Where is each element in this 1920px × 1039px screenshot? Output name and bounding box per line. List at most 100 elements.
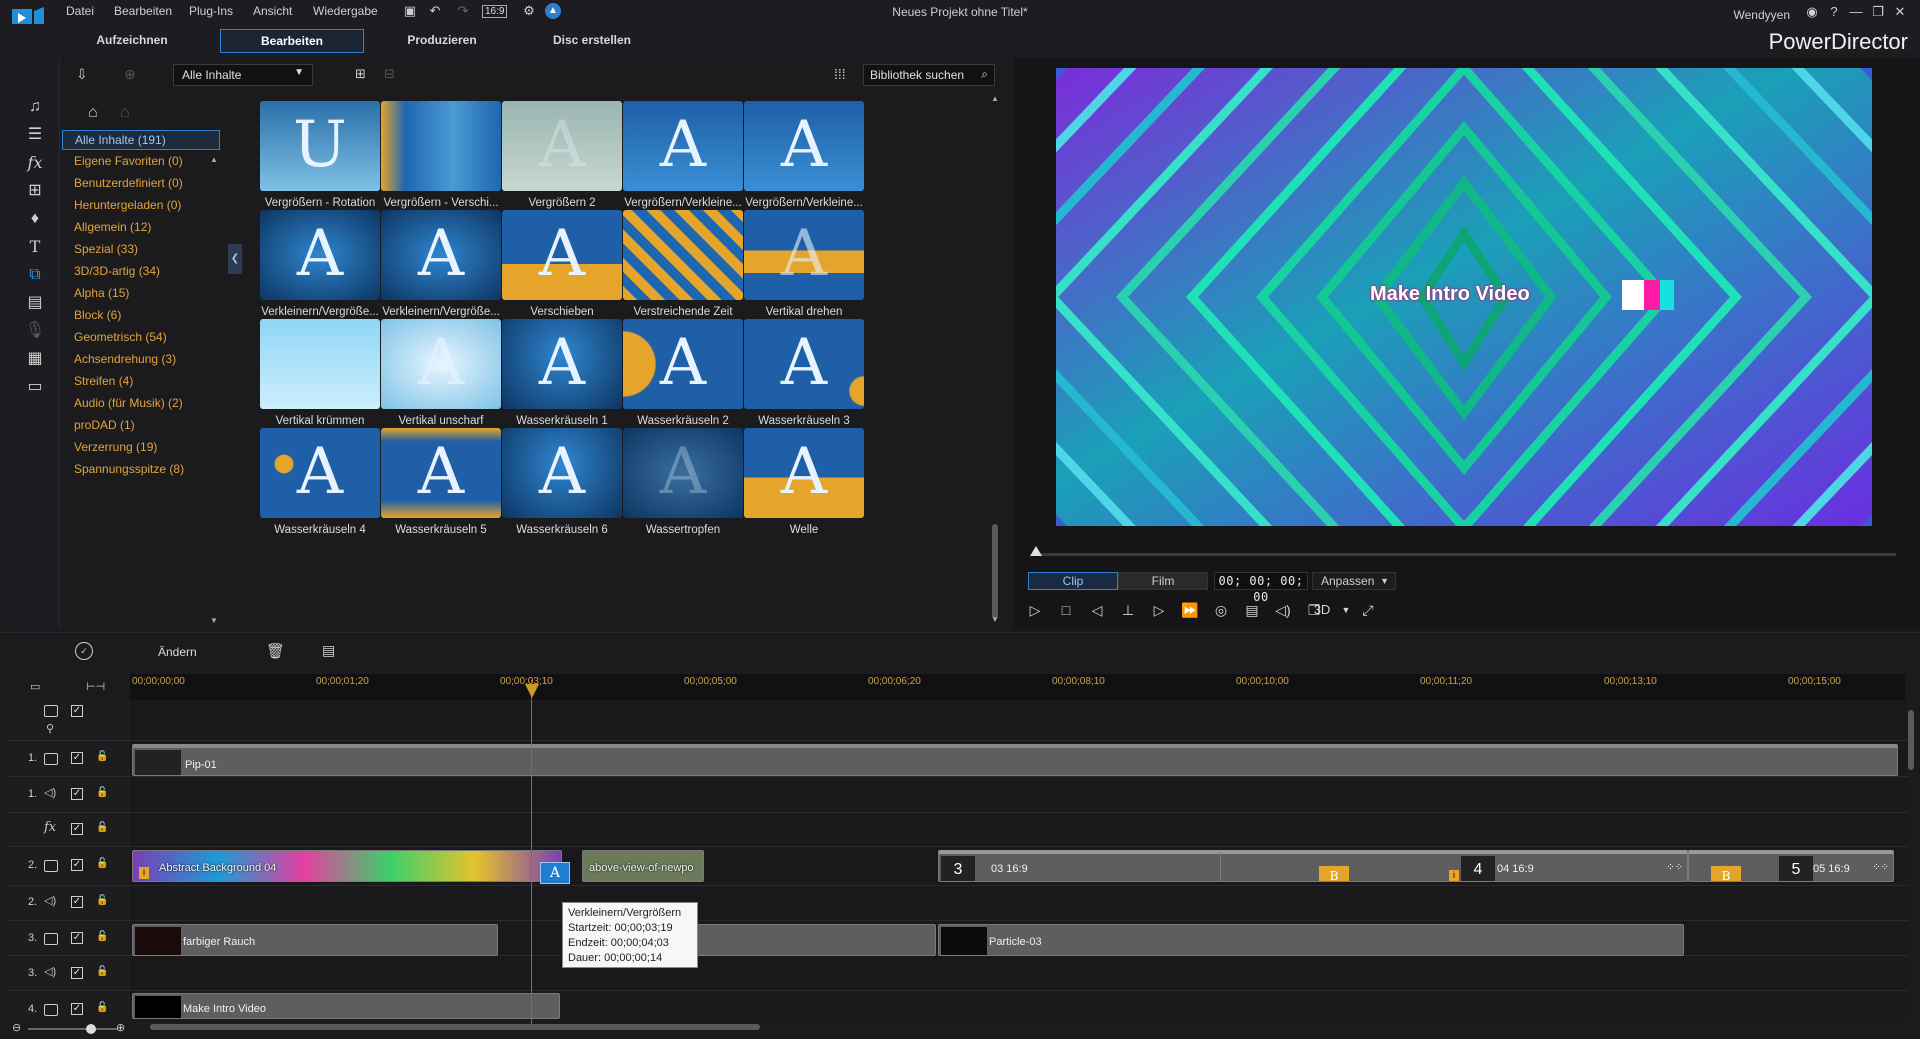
seek-bar[interactable] [1036,553,1896,556]
save-icon[interactable]: ▣ [402,3,418,19]
snapshot-icon[interactable]: ◎ [1211,600,1231,620]
lock-icon[interactable]: 🔓 [96,822,108,833]
timeline-clip-intro[interactable]: Make Intro Video [132,993,560,1019]
transition-marker[interactable]: B [1711,866,1741,881]
category-item[interactable]: Benutzerdefiniert (0) [62,172,220,194]
category-item[interactable]: Spannungsspitze (8) [62,458,220,480]
grid-view-icon[interactable]: ⁞⁞⁞ [834,66,846,82]
lock-icon[interactable]: 🔓 [96,858,108,869]
transition-thumbnail[interactable]: A [381,319,501,409]
zoom-knob[interactable] [86,1024,96,1034]
3d-mode-button[interactable]: 3D [1310,600,1334,620]
track-enable-checkbox[interactable]: ✓ [71,788,83,800]
next-frame-icon[interactable]: ▷ [1149,600,1169,620]
track-view-icon[interactable]: ▭ [30,680,40,693]
minimize-icon[interactable]: — [1848,4,1864,20]
transition-thumbnail[interactable]: A [744,210,864,300]
library-search-input[interactable]: Bibliothek suchen ⌕ [863,64,995,86]
fit-select[interactable]: Anpassen ▼ [1312,572,1396,590]
info-icon[interactable]: i [1449,870,1459,881]
close-icon[interactable]: ✕ [1892,4,1908,20]
delete-icon[interactable]: 🗑 [266,642,285,660]
track-manager-icon[interactable]: ▤ [322,642,335,659]
tab-produzieren[interactable]: Produzieren [370,29,514,53]
timeline-clip-05[interactable]: B 5 05 16:9 ⁘⁘ [1688,850,1894,882]
timeline-clip-abstract-background[interactable]: Abstract Background 04 i [132,850,562,882]
tag-remove-icon[interactable]: ⌂ [120,104,130,122]
track-enable-checkbox[interactable]: ✓ [71,967,83,979]
timeline-clip-gap[interactable] [680,924,936,956]
lock-icon[interactable]: 🔓 [96,751,108,762]
add-icon[interactable]: ⊞ [355,66,366,82]
category-item[interactable]: Eigene Favoriten (0) [62,150,220,172]
film-mode-button[interactable]: Film [1118,572,1208,590]
tab-bearbeiten[interactable]: Bearbeiten [220,29,364,53]
download-content-icon[interactable]: ⊕ [124,66,136,83]
timeline-zoom-slider[interactable]: ⊖ ⊕ [12,1021,125,1034]
category-item[interactable]: Streifen (4) [62,370,220,392]
category-item[interactable]: Achsendrehung (3) [62,348,220,370]
transition-thumbnail[interactable]: A [381,210,501,300]
redo-icon[interactable]: ↷ [455,3,471,19]
help-icon[interactable]: ? [1826,4,1842,20]
timeline-clip-aerial[interactable]: above-view-of-newpo [582,850,704,882]
track-enable-checkbox[interactable]: ✓ [71,823,83,835]
timeline-clip-pip[interactable]: Pip-01 [132,744,1898,776]
transition-thumbnail[interactable]: A [502,428,622,518]
timeline-clip-04[interactable]: 4 04 16:9 B i ⁘⁘ [1220,850,1688,882]
category-item[interactable]: Spezial (33) [62,238,220,260]
category-item[interactable]: Block (6) [62,304,220,326]
category-item[interactable]: Heruntergeladen (0) [62,194,220,216]
timeline-clip-smoke[interactable]: farbiger Rauch [132,924,498,956]
previous-frame-icon[interactable]: ◁ [1087,600,1107,620]
lock-icon[interactable]: 🔓 [96,1002,108,1013]
category-item[interactable]: Audio (für Musik) (2) [62,392,220,414]
fullscreen-icon[interactable]: ⤢ [1358,600,1378,620]
fast-forward-icon[interactable]: ⏩ [1180,600,1200,620]
track-enable-checkbox[interactable]: ✓ [71,1003,83,1015]
transition-thumbnail[interactable] [381,101,501,191]
stop-icon[interactable]: □ [1056,600,1076,620]
track-enable-checkbox[interactable]: ✓ [71,896,83,908]
category-item[interactable]: Alpha (15) [62,282,220,304]
restore-icon[interactable]: ❐ [1870,4,1886,20]
fx-room-icon[interactable]: fx [24,152,46,174]
menu-ansicht[interactable]: Ansicht [253,4,292,18]
remove-icon[interactable]: ⊟ [384,66,395,82]
lock-icon[interactable]: 🔓 [96,966,108,977]
transition-room-icon[interactable]: ⧉ [24,264,46,286]
transition-thumbnail[interactable]: A [502,210,622,300]
tools-dropdown-icon[interactable]: ✓ [75,642,93,660]
category-scrollbar[interactable]: ▲ ▼ [210,155,218,625]
import-media-icon[interactable]: ⇩ [76,66,88,83]
menu-datei[interactable]: Datei [66,4,94,18]
transition-thumbnail[interactable]: A [623,319,743,409]
category-item[interactable]: Verzerrung (19) [62,436,220,458]
transition-thumbnail[interactable]: A [623,101,743,191]
settings-gear-icon[interactable]: ⚙ [521,3,537,19]
clip-mode-button[interactable]: Clip [1028,572,1118,590]
chevron-down-icon[interactable]: ▼ [1336,600,1356,620]
content-filter-select[interactable]: Alle Inhalte ▼ [173,64,313,86]
track-enable-checkbox[interactable]: ✓ [71,752,83,764]
zoom-in-icon[interactable]: ⊕ [116,1021,125,1034]
playhead-line[interactable] [531,680,532,1025]
undo-icon[interactable]: ↶ [427,3,443,19]
menu-plugins[interactable]: Plug-Ins [189,4,233,18]
clip-list-icon[interactable]: ☰ [24,124,46,146]
transition-thumbnail[interactable]: A [744,319,864,409]
lock-icon[interactable]: 🔓 [96,931,108,942]
fit-timeline-icon[interactable]: ⊢⊣ [86,680,105,693]
volume-icon[interactable]: ◁) [1273,600,1293,620]
transition-thumbnail[interactable]: A [744,428,864,518]
lock-icon[interactable]: 🔓 [96,787,108,798]
seek-knob[interactable] [1030,546,1042,556]
transition-thumbnail[interactable]: A [502,319,622,409]
transition-thumbnail[interactable] [623,210,743,300]
track-enable-checkbox[interactable]: ✓ [71,932,83,944]
tag-add-icon[interactable]: ⌂ [88,104,98,122]
transition-thumbnail[interactable]: A [381,428,501,518]
transition-thumbnail[interactable]: A [623,428,743,518]
voice-over-icon[interactable]: 🎙 [24,320,46,342]
category-item[interactable]: 3D/3D-artig (34) [62,260,220,282]
